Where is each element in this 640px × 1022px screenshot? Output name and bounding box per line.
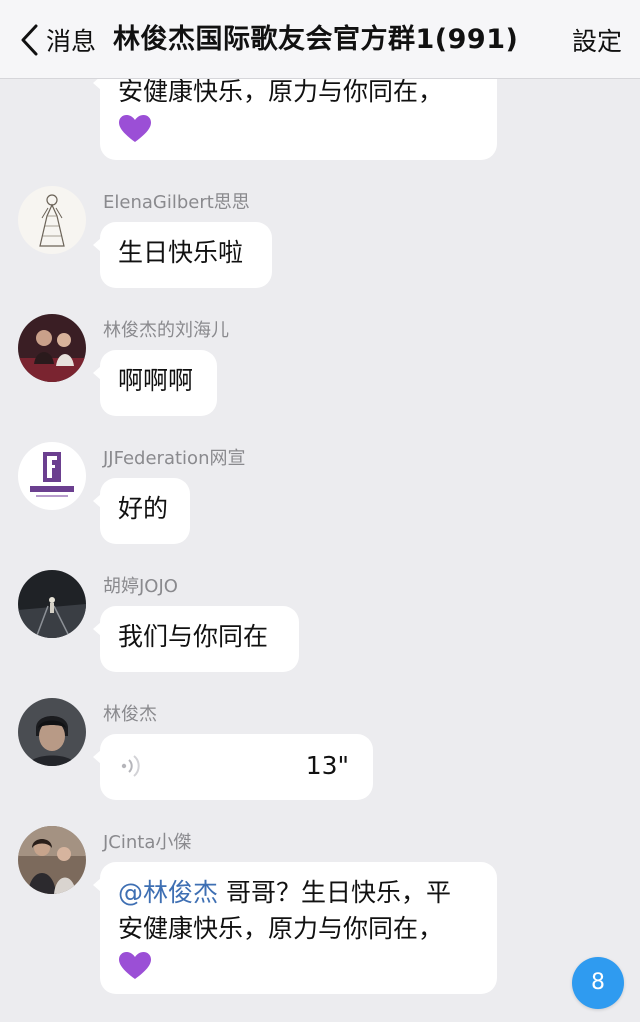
voice-message-bubble[interactable]: 13" (93, 734, 373, 800)
purple-heart-icon (119, 115, 151, 142)
purple-heart-icon (119, 952, 151, 979)
unread-count-badge[interactable]: 8 (572, 957, 624, 1009)
message-bubble[interactable]: 好的 (93, 478, 190, 544)
message-text: 我们与你同在 (118, 622, 269, 651)
jj-federation-logo-avatar-icon (18, 442, 86, 510)
avatar[interactable] (18, 826, 86, 894)
message-bubble[interactable]: 我们与你同在 (93, 606, 299, 672)
sender-name: 胡婷JOJO (103, 576, 178, 597)
message-text: 生日快乐啦 (118, 238, 244, 267)
message-text: 哥哥？生日快乐，平 (218, 878, 451, 907)
message-text: 安健康快乐，原力与你同在， (118, 77, 444, 106)
back-button[interactable]: 消息 (18, 18, 96, 62)
sender-name: JJFederation网宣 (103, 448, 246, 469)
voice-wave-icon (121, 755, 140, 777)
message-text: 好的 (118, 494, 169, 523)
avatar[interactable] (18, 186, 86, 254)
sender-name: ElenaGilbert思思 (103, 192, 250, 213)
nav-bar: 消息 林俊杰国际歌友会官方群1(991) 設定 (0, 0, 640, 79)
avatar[interactable] (18, 570, 86, 638)
avatar[interactable] (18, 314, 86, 382)
chevron-left-icon (21, 24, 38, 56)
portrait-avatar-icon (18, 698, 86, 766)
message-text: 安健康快乐，原力与你同在， (118, 914, 444, 943)
settings-button[interactable]: 設定 (572, 20, 622, 64)
sender-name: 林俊杰的刘海儿 (103, 320, 229, 341)
message-text: 啊啊啊 (118, 366, 194, 395)
avatar[interactable] (18, 698, 86, 766)
mention-link[interactable]: @林俊杰 (118, 878, 218, 907)
message-bubble[interactable]: @林俊杰 哥哥？生日快乐，平 安健康快乐，原力与你同在， (93, 862, 497, 994)
sender-name: JCinta小傑 (103, 832, 192, 853)
back-label: 消息 (46, 27, 97, 56)
message-bubble[interactable]: 啊啊啊 (93, 350, 217, 416)
voice-duration: 13" (305, 751, 349, 780)
concert-photo-avatar-icon (18, 314, 86, 382)
night-road-avatar-icon (18, 570, 86, 638)
sender-name: 林俊杰 (103, 704, 157, 725)
avatar[interactable] (18, 442, 86, 510)
chat-title[interactable]: 林俊杰国际歌友会官方群1(991) (113, 18, 518, 62)
sketch-dress-avatar-icon (18, 186, 86, 254)
message-bubble[interactable]: 生日快乐啦 (93, 222, 272, 288)
couple-photo-avatar-icon (18, 826, 86, 894)
chat-screen: 消息 林俊杰国际歌友会官方群1(991) 設定 安健康快乐，原力与你同在， El… (0, 0, 640, 1022)
